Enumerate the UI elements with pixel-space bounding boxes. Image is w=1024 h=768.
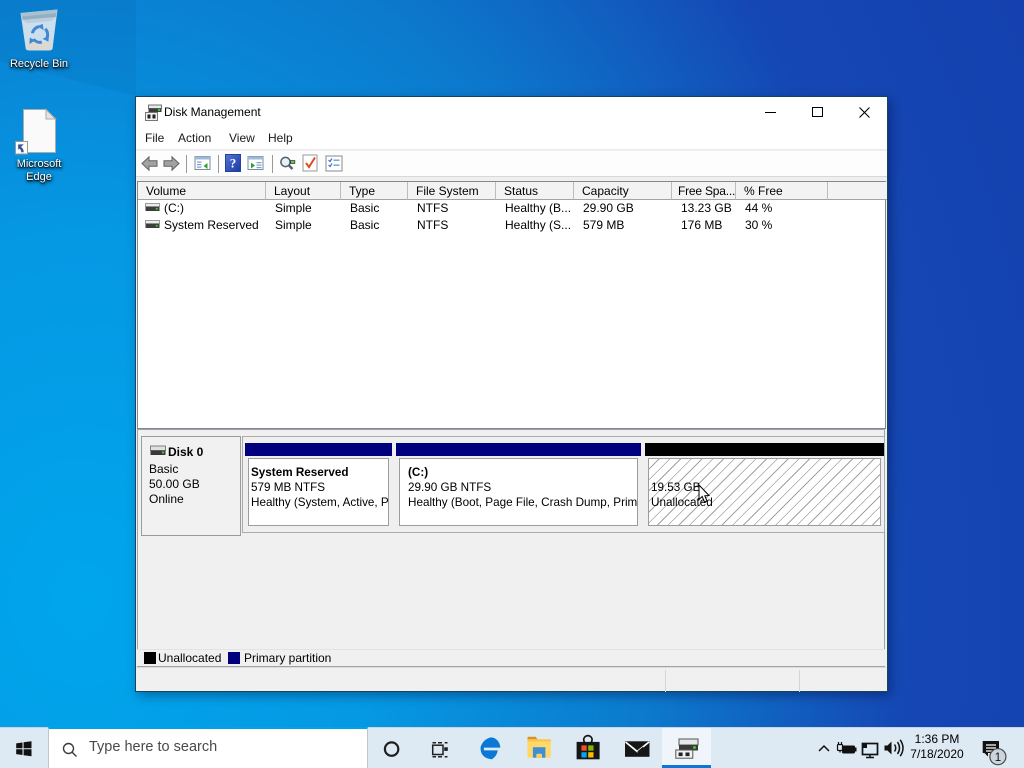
svg-text:?: ? — [230, 156, 237, 171]
svg-text:1: 1 — [995, 752, 1001, 764]
